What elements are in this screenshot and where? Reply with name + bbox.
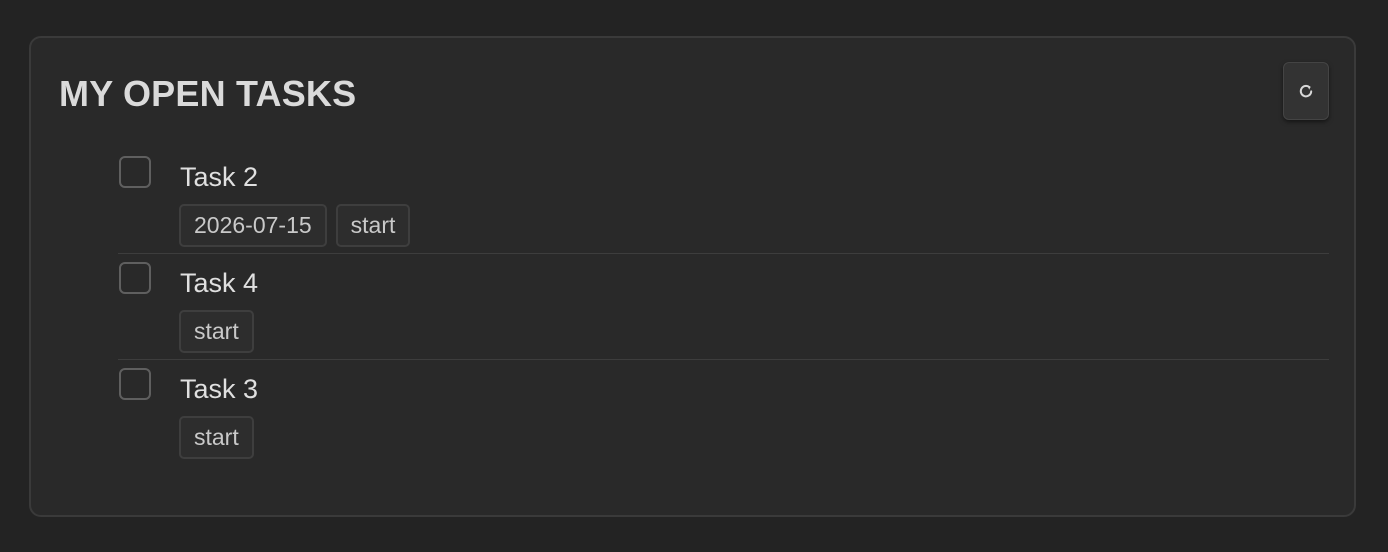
task-checkbox[interactable] [119,368,151,400]
task-checkbox[interactable] [119,262,151,294]
task-checkbox[interactable] [119,156,151,188]
refresh-icon [1297,82,1315,100]
task-item: Task 4 start [118,254,1329,360]
due-date-tag[interactable]: 2026-07-15 [179,204,327,247]
open-tasks-panel: MY OPEN TASKS Task 2 2026-07-15 start Ta… [29,36,1356,517]
task-tags: 2026-07-15 start [179,204,411,247]
task-tags: start [179,416,254,459]
start-tag[interactable]: start [335,204,411,247]
task-title: Task 3 [180,374,259,404]
task-item: Task 2 2026-07-15 start [118,148,1329,254]
start-tag[interactable]: start [179,416,254,459]
task-title: Task 4 [180,268,259,298]
panel-title: MY OPEN TASKS [59,73,357,114]
task-tags: start [179,310,254,353]
start-tag[interactable]: start [179,310,254,353]
task-item: Task 3 start [118,360,1329,466]
task-list: Task 2 2026-07-15 start Task 4 start Tas… [118,148,1329,466]
task-title: Task 2 [180,162,259,192]
refresh-button[interactable] [1283,62,1329,120]
